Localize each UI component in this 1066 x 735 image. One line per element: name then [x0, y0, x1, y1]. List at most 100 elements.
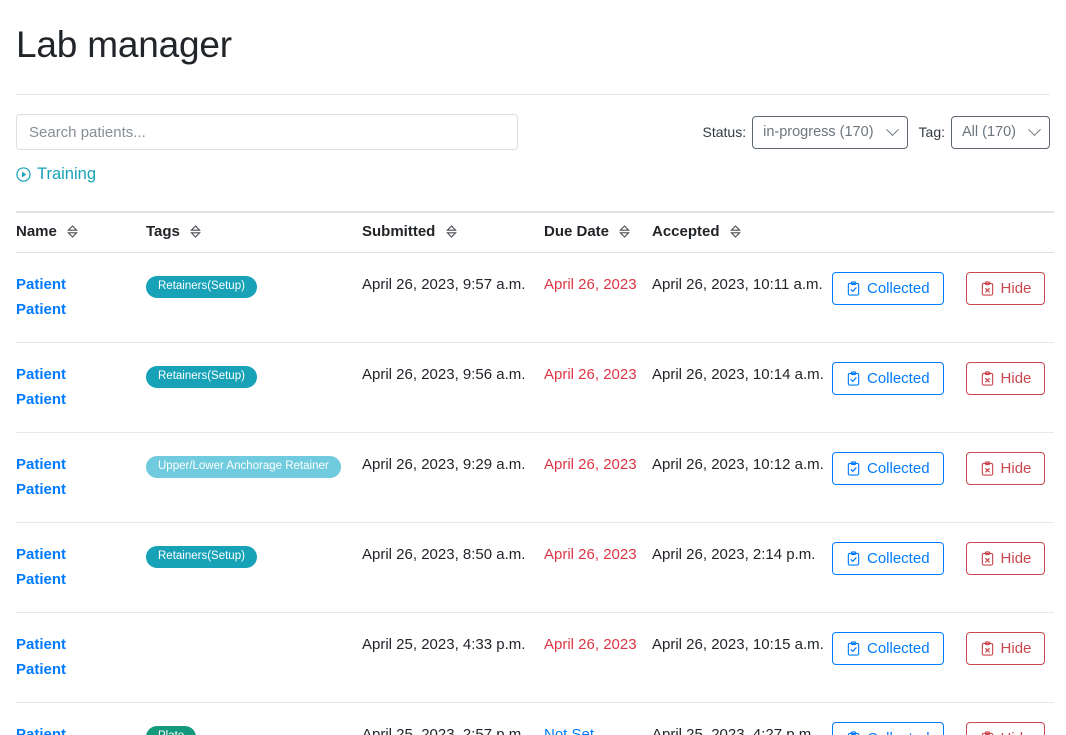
column-header-name[interactable]: Name [16, 211, 146, 253]
cell-actions: Collected Hide [832, 702, 1054, 735]
column-header-tags[interactable]: Tags [146, 211, 362, 253]
due-date-value: April 26, 2023 [544, 276, 637, 293]
cell-tags: Retainers(Setup) [146, 522, 362, 613]
hide-button[interactable]: Hide [965, 362, 1046, 395]
collected-button[interactable]: Collected [832, 722, 944, 735]
clipboard-x-icon [981, 550, 993, 566]
patient-name-link[interactable]: Patient [16, 567, 80, 592]
tag-badge[interactable]: Upper/Lower Anchorage Retainer [146, 456, 341, 478]
search-input[interactable] [16, 114, 518, 150]
training-link[interactable]: Training [16, 165, 96, 184]
collected-button[interactable]: Collected [832, 272, 944, 305]
chevron-down-icon [1028, 122, 1041, 136]
cell-accepted: April 26, 2023, 2:14 p.m. [652, 522, 832, 613]
accepted-value: April 25, 2023, 4:27 p.m. [652, 726, 816, 735]
lab-table: Name Tags Submitted Due Date Accepted Pa… [16, 211, 1054, 735]
collected-button-label: Collected [867, 730, 930, 735]
patient-name-link[interactable]: Patient [16, 722, 80, 735]
collected-button-label: Collected [867, 640, 930, 657]
hide-button[interactable]: Hide [965, 722, 1046, 735]
play-circle-icon [16, 166, 31, 182]
patient-name-link[interactable]: Patient [16, 452, 80, 477]
hide-button-label: Hide [1000, 370, 1032, 387]
due-date-value: April 26, 2023 [544, 456, 637, 473]
patient-name-link[interactable]: Patient [16, 297, 80, 322]
sort-icon[interactable] [729, 225, 741, 238]
row-actions: Collected Hide [832, 722, 1054, 735]
clipboard-x-icon [981, 730, 993, 735]
cell-name: PatientPatient [16, 522, 146, 613]
cell-accepted: April 26, 2023, 10:12 a.m. [652, 432, 832, 523]
collected-button[interactable]: Collected [832, 632, 944, 665]
patient-name-link[interactable]: Patient [16, 632, 80, 657]
filter-bar: Status: in-progress (170) Tag: All (170) [0, 114, 1066, 158]
column-header-actions [832, 211, 1054, 253]
cell-name: PatientPatient [16, 342, 146, 433]
submitted-value: April 25, 2023, 2:57 p.m. [362, 726, 526, 735]
collected-button[interactable]: Collected [832, 452, 944, 485]
tag-filter-select[interactable]: All (170) [951, 115, 1050, 149]
patient-name-link[interactable]: Patient [16, 477, 80, 502]
cell-actions: Collected Hide [832, 522, 1054, 613]
cell-tags [146, 612, 362, 703]
tag-badge[interactable]: Retainers(Setup) [146, 276, 257, 298]
table-row: Patient Patient Retainers(Setup) April 26, … [16, 342, 1054, 433]
status-filter-select[interactable]: in-progress (170) [752, 115, 908, 149]
training-row: Training [0, 161, 1066, 187]
patient-name-link[interactable]: Patient [16, 272, 80, 297]
accepted-value: April 26, 2023, 10:12 a.m. [652, 456, 824, 473]
cell-submitted: April 26, 2023, 9:29 a.m. [362, 432, 544, 523]
cell-actions: Collected Hide [832, 252, 1054, 343]
submitted-value: April 26, 2023, 9:57 a.m. [362, 276, 526, 293]
sort-icon[interactable] [67, 225, 78, 238]
clipboard-x-icon [981, 370, 993, 386]
patient-name-link[interactable]: Patient [16, 362, 80, 387]
clipboard-check-icon [847, 280, 860, 296]
due-date-not-set-link[interactable]: Not Set [544, 726, 594, 735]
collected-button[interactable]: Collected [832, 362, 944, 395]
collected-button-label: Collected [867, 460, 930, 477]
header-divider [16, 94, 1050, 95]
row-actions: Collected Hide [832, 452, 1054, 485]
patient-name-link[interactable]: Patient [16, 387, 80, 412]
collected-button[interactable]: Collected [832, 542, 944, 575]
table-row: Patient Patient Upper/Lower Anchorage Reta… [16, 432, 1054, 523]
tag-badge[interactable]: Retainers(Setup) [146, 546, 257, 568]
cell-due-date: April 26, 2023 [544, 612, 652, 703]
cell-actions: Collected Hide [832, 432, 1054, 523]
cell-submitted: April 26, 2023, 8:50 a.m. [362, 522, 544, 613]
sort-icon[interactable] [619, 225, 631, 238]
cell-submitted: April 25, 2023, 2:57 p.m. [362, 702, 544, 735]
cell-submitted: April 26, 2023, 9:57 a.m. [362, 252, 544, 343]
cell-name: PatientPatient [16, 702, 146, 735]
column-label-due-date: Due Date [544, 223, 610, 240]
cell-due-date: Not Set [544, 702, 652, 735]
hide-button[interactable]: Hide [965, 272, 1046, 305]
cell-actions: Collected Hide [832, 612, 1054, 703]
hide-button[interactable]: Hide [965, 632, 1046, 665]
cell-tags: Retainers(Setup) [146, 342, 362, 433]
cell-submitted: April 25, 2023, 4:33 p.m. [362, 612, 544, 703]
column-header-submitted[interactable]: Submitted [362, 211, 544, 253]
column-header-accepted[interactable]: Accepted [652, 211, 832, 253]
tag-badge[interactable]: Plate [146, 726, 197, 735]
cell-due-date: April 26, 2023 [544, 522, 652, 613]
sort-icon[interactable] [445, 225, 457, 238]
tag-badge[interactable]: Retainers(Setup) [146, 366, 257, 388]
hide-button[interactable]: Hide [965, 542, 1046, 575]
patient-name-link[interactable]: Patient [16, 657, 80, 682]
due-date-value: April 26, 2023 [544, 636, 637, 653]
column-header-due-date[interactable]: Due Date [544, 211, 652, 253]
chevron-down-icon [885, 122, 899, 136]
tag-filter-label: Tag: [918, 124, 945, 140]
cell-tags: Plate [146, 702, 362, 735]
table-header-row: Name Tags Submitted Due Date Accepted [16, 211, 1054, 253]
accepted-value: April 26, 2023, 10:14 a.m. [652, 366, 824, 383]
patient-name-link[interactable]: Patient [16, 542, 80, 567]
cell-name: PatientPatient [16, 432, 146, 523]
sort-icon[interactable] [190, 225, 201, 238]
row-actions: Collected Hide [832, 272, 1054, 305]
hide-button[interactable]: Hide [965, 452, 1046, 485]
status-filter-label: Status: [702, 124, 747, 140]
due-date-value: April 26, 2023 [544, 366, 637, 383]
